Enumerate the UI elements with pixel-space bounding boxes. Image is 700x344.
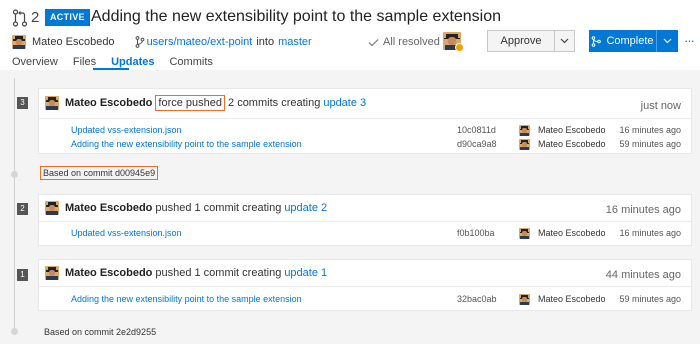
divider: [39, 221, 691, 222]
author-avatar[interactable]: [45, 201, 59, 215]
update-time: 16 minutes ago: [605, 204, 681, 216]
author-row: Mateo Escobedo users/mateo/ext-point int…: [12, 34, 312, 50]
update-action: force pushed: [155, 95, 226, 111]
author-avatar[interactable]: [45, 96, 59, 110]
commit-author-avatar: [519, 139, 530, 150]
update-link[interactable]: update 1: [284, 267, 327, 279]
commit-author-avatar: [519, 294, 530, 305]
complete-button[interactable]: Complete: [589, 30, 657, 52]
tab-overview[interactable]: Overview: [12, 56, 58, 70]
commit-author: Mateo Escobedo: [538, 139, 606, 149]
waiting-clock-icon: [455, 43, 464, 52]
chevron-down-icon: [560, 38, 569, 44]
source-branch-link[interactable]: users/mateo/ext-point: [147, 36, 253, 48]
update-author[interactable]: Mateo Escobedo: [65, 202, 152, 214]
commit-author: Mateo Escobedo: [538, 228, 606, 238]
update-summary: 1 commit creating: [194, 202, 282, 214]
commit-sha[interactable]: f0b100ba: [457, 228, 495, 238]
update-time: just now: [640, 100, 681, 112]
commit-sha[interactable]: 10c0811d: [457, 125, 496, 135]
target-branch-link[interactable]: master: [278, 36, 312, 48]
commit-author-avatar: [519, 125, 530, 136]
update-summary: 1 commit creating: [194, 267, 282, 279]
branch-icon: [135, 36, 144, 48]
update-author[interactable]: Mateo Escobedo: [65, 267, 152, 279]
merge-icon: [592, 35, 602, 47]
update-marker: 3: [17, 97, 28, 109]
complete-label: Complete: [606, 35, 654, 47]
timeline-dot: [11, 171, 18, 178]
author-avatar[interactable]: [12, 35, 26, 49]
update-card: Mateo Escobedo force pushed 2 commits cr…: [38, 88, 692, 154]
pr-number: 2: [31, 9, 40, 26]
commit-time: 59 minutes ago: [619, 294, 681, 304]
commit-author: Mateo Escobedo: [538, 294, 606, 304]
more-options-icon[interactable]: ···: [684, 34, 695, 47]
update-header: Mateo Escobedo force pushed 2 commits cr…: [45, 95, 366, 111]
commit-row[interactable]: Adding the new extensibility point to th…: [39, 139, 691, 154]
update-marker: 1: [17, 269, 28, 281]
based-on-commit: Based on commit d00945e9: [40, 166, 159, 180]
commit-message[interactable]: Updated vss-extension.json: [71, 125, 182, 135]
update-card: Mateo Escobedo pushed 1 commit creating …: [38, 259, 692, 311]
commit-author: Mateo Escobedo: [538, 125, 606, 135]
tab-commits[interactable]: Commits: [169, 56, 212, 70]
checkmark-icon: [368, 38, 379, 46]
commit-time: 16 minutes ago: [619, 228, 681, 238]
pull-request-icon: [12, 9, 28, 27]
update-author[interactable]: Mateo Escobedo: [65, 97, 152, 109]
commit-message[interactable]: Adding the new extensibility point to th…: [71, 294, 302, 304]
update-link[interactable]: update 2: [284, 202, 327, 214]
update-time: 44 minutes ago: [605, 269, 681, 281]
commit-time: 16 minutes ago: [619, 125, 681, 135]
approve-button-group: Approve: [487, 30, 575, 52]
resolved-label: All resolved: [383, 36, 440, 48]
commit-sha[interactable]: d90ca9a8: [457, 139, 497, 149]
author-name[interactable]: Mateo Escobedo: [32, 36, 115, 48]
commit-row[interactable]: Adding the new extensibility point to th…: [39, 294, 691, 309]
update-header: Mateo Escobedo pushed 1 commit creating …: [45, 201, 327, 215]
based-on-commit: Based on commit 2e2d9255: [44, 327, 157, 337]
timeline-line: [14, 78, 15, 333]
pr-header: 2 ACTIVE Adding the new extensibility po…: [0, 0, 700, 70]
update-card: Mateo Escobedo pushed 1 commit creating …: [38, 194, 692, 246]
into-label: into: [256, 36, 275, 48]
commit-message[interactable]: Adding the new extensibility point to th…: [71, 139, 302, 149]
update-summary: 2 commits creating: [228, 97, 321, 109]
commit-row[interactable]: Updated vss-extension.json f0b100ba Mate…: [39, 228, 691, 243]
commit-sha[interactable]: 32bac0ab: [457, 294, 497, 304]
commit-message[interactable]: Updated vss-extension.json: [71, 228, 182, 238]
update-header: Mateo Escobedo pushed 1 commit creating …: [45, 266, 327, 280]
approve-dropdown-button[interactable]: [555, 31, 574, 51]
timeline-dot: [11, 328, 18, 335]
update-marker: 2: [17, 203, 28, 215]
complete-dropdown-button[interactable]: [657, 30, 678, 52]
approve-button[interactable]: Approve: [488, 31, 555, 51]
status-badge: ACTIVE: [45, 9, 90, 26]
commit-author-avatar: [519, 228, 530, 239]
updates-timeline: 3 Mateo Escobedo force pushed 2 commits …: [0, 70, 700, 344]
update-action: pushed: [155, 267, 192, 279]
pr-title[interactable]: Adding the new extensibility point to th…: [91, 8, 501, 26]
author-avatar[interactable]: [45, 266, 59, 280]
update-action: pushed: [155, 202, 192, 214]
resolved-status: All resolved: [368, 36, 440, 48]
commit-time: 59 minutes ago: [619, 139, 681, 149]
divider: [39, 286, 691, 287]
complete-button-group: Complete: [589, 30, 678, 52]
update-link[interactable]: update 3: [323, 97, 366, 109]
divider: [39, 118, 691, 119]
commit-row[interactable]: Updated vss-extension.json 10c0811d Mate…: [39, 125, 691, 140]
chevron-down-icon: [663, 38, 672, 44]
